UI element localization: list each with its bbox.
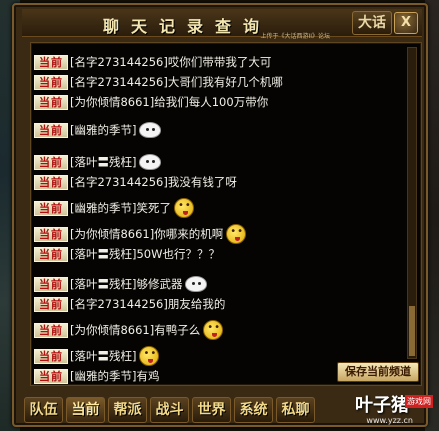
chat-message: 当前 [落叶〓残枉]: [34, 153, 162, 171]
channel-badge[interactable]: 当前: [34, 276, 68, 292]
chat-message: 当前 [落叶〓残枉]50W也行？？？: [34, 245, 220, 263]
channel-badge[interactable]: 当前: [34, 54, 68, 70]
ghost-emoji-icon: [139, 154, 162, 170]
message-text: [名字273144256]朋友给我的: [70, 297, 226, 311]
tab-2[interactable]: 帮派: [108, 397, 147, 423]
channel-badge[interactable]: 当前: [34, 348, 68, 364]
chat-message: 当前 [名字273144256]我没有钱了呀: [34, 173, 237, 191]
face-emoji-icon: [226, 224, 247, 244]
ghost-emoji-icon: [139, 122, 162, 138]
message-text: [名字273144256]大哥们我有好几个机哪: [70, 75, 283, 89]
message-text: [落叶〓残枉]够修武器: [70, 277, 183, 291]
channel-badge[interactable]: 当前: [34, 74, 68, 90]
channel-badge[interactable]: 当前: [34, 174, 68, 190]
face-emoji-icon: [139, 346, 160, 366]
chat-message: 当前 [幽雅的季节]: [34, 121, 162, 139]
message-text: [落叶〓残枉]: [70, 349, 137, 363]
channel-badge[interactable]: 当前: [34, 226, 68, 242]
message-text: [为你倾情8661]有鸭子么: [70, 323, 201, 337]
chat-message: 当前 [为你倾情8661]你哪来的机啊: [34, 224, 247, 244]
chat-log-panel: 当前 [名字273144256]哎你们带带我了大可 当前 [名字273144256]大…: [30, 42, 422, 386]
watermark-url: www.yzz.cn: [366, 416, 413, 425]
chat-message: 当前 [为你倾情8661]给我们每人100万带你: [34, 93, 268, 111]
message-text: [名字273144256]哎你们带带我了大可: [70, 55, 272, 69]
site-watermark: 叶子猪 游戏网 www.yzz.cn: [331, 389, 435, 429]
chat-message: 当前 [为你倾情8661]有鸭子么: [34, 320, 224, 340]
game-logo-badge: 大话: [352, 11, 392, 35]
channel-badge[interactable]: 当前: [34, 154, 68, 170]
face-emoji-icon: [173, 198, 194, 218]
message-text: [落叶〓残枉]: [70, 155, 137, 169]
chat-message: 当前 [幽雅的季节]笑死了: [34, 198, 194, 218]
channel-tabs: 队伍 当前 帮派 战斗 世界 系统 私聊: [24, 397, 315, 425]
tab-0[interactable]: 队伍: [24, 397, 63, 423]
chat-message: 当前 [名字273144256]朋友给我的: [34, 295, 225, 313]
channel-badge[interactable]: 当前: [34, 122, 68, 138]
title-bar[interactable]: 聊天记录查询 大话 X: [22, 9, 422, 37]
channel-badge[interactable]: 当前: [34, 94, 68, 110]
tab-3[interactable]: 战斗: [150, 397, 189, 423]
chat-history-window: 聊天记录查询 大话 X 上传于《大话西游II》论坛 当前 [名字273144256…: [12, 3, 428, 427]
tab-5[interactable]: 系统: [234, 397, 273, 423]
scrollbar[interactable]: [407, 47, 417, 359]
watermark-logo-text: 叶子猪: [355, 395, 409, 416]
channel-badge[interactable]: 当前: [34, 246, 68, 262]
watermark-tag: 游戏网: [405, 395, 433, 408]
message-text: [落叶〓残枉]50W也行？？？: [70, 247, 220, 261]
chat-message: 当前 [落叶〓残枉]: [34, 346, 160, 366]
message-text: [为你倾情8661]你哪来的机啊: [70, 227, 224, 241]
channel-badge[interactable]: 当前: [34, 296, 68, 312]
face-emoji-icon: [203, 320, 224, 340]
scrollbar-thumb[interactable]: [409, 306, 415, 356]
message-text: [幽雅的季节]有鸡: [70, 369, 160, 383]
ghost-emoji-icon: [185, 276, 208, 292]
chat-message: 当前 [名字273144256]大哥们我有好几个机哪: [34, 73, 283, 91]
message-text: [幽雅的季节]: [70, 123, 137, 137]
save-current-channel-button[interactable]: 保存当前频道: [337, 362, 419, 382]
chat-message: 当前 [名字273144256]哎你们带带我了大可: [34, 53, 271, 71]
message-text: [为你倾情8661]给我们每人100万带你: [70, 95, 269, 109]
message-text: [幽雅的季节]笑死了: [70, 201, 171, 215]
message-text: [名字273144256]我没有钱了呀: [70, 175, 237, 189]
channel-badge[interactable]: 当前: [34, 368, 68, 384]
channel-badge[interactable]: 当前: [34, 322, 68, 338]
chat-message: 当前 [幽雅的季节]有鸡: [34, 367, 159, 385]
tab-4[interactable]: 世界: [192, 397, 231, 423]
chat-message: 当前 [落叶〓残枉]够修武器: [34, 275, 208, 293]
close-button[interactable]: X: [394, 12, 418, 34]
upload-credit: 上传于《大话西游II》论坛: [260, 33, 330, 40]
tab-1[interactable]: 当前: [66, 397, 105, 423]
tab-6[interactable]: 私聊: [276, 397, 315, 423]
channel-badge[interactable]: 当前: [34, 200, 68, 216]
